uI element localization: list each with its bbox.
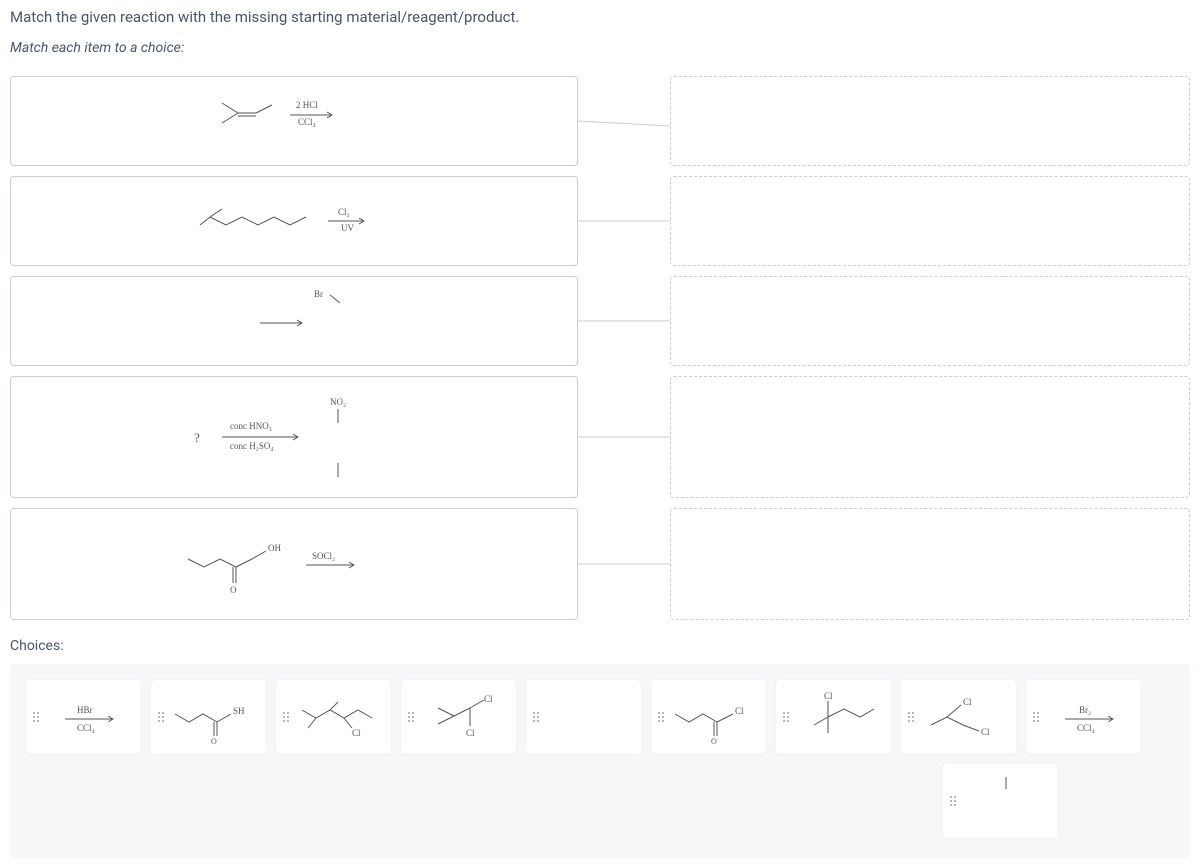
- connector-line-2: [578, 176, 670, 266]
- match-row-4: ? conc HNO₃ conc H₂SO₄ NO₂: [10, 376, 1190, 498]
- reagent-5: SOCl₂: [312, 551, 335, 561]
- drop-zone-3[interactable]: [670, 276, 1190, 366]
- match-row-2: Cl₂ UV: [10, 176, 1190, 266]
- match-row-5: O OH SOCl₂: [10, 508, 1190, 620]
- choice-3-label: Cl: [352, 728, 361, 738]
- reagent-bottom-2: UV: [341, 223, 354, 233]
- choice-thioacid[interactable]: O SH: [151, 680, 266, 754]
- reaction-diagram-1: 2 HCl CCl₄: [214, 91, 374, 151]
- item-box-4: ? conc HNO₃ conc H₂SO₄ NO₂: [10, 376, 578, 498]
- choices-label: Choices:: [10, 638, 1190, 654]
- reactant-label-5: OH: [268, 543, 281, 553]
- item-box-5: O OH SOCl₂: [10, 508, 578, 620]
- connector-line-1: [578, 76, 670, 166]
- reagent-bottom-1: CCl₄: [298, 117, 316, 127]
- starting-material-4: ?: [194, 430, 200, 445]
- choice-8-bottom: Cl: [981, 727, 990, 737]
- choice-hbr-ccl4[interactable]: HBr CCl₄: [26, 680, 141, 754]
- drag-handle-icon: [408, 709, 418, 725]
- choice-4-top: Cl: [484, 694, 493, 704]
- choice-br2-ccl4[interactable]: Br₂ CCl₄: [1026, 680, 1141, 754]
- drag-handle-icon: [658, 709, 668, 725]
- question-text: Match the given reaction with the missin…: [10, 8, 1190, 26]
- choice-2-label: SH: [233, 706, 245, 716]
- instruction-text: Match each item to a choice:: [10, 40, 1190, 56]
- reagent-bottom-4: conc H₂SO₄: [230, 441, 274, 451]
- drag-handle-icon: [283, 709, 293, 725]
- drag-handle-icon: [950, 793, 960, 809]
- item-box-3: Br: [10, 276, 578, 366]
- drop-zone-2[interactable]: [670, 176, 1190, 266]
- reagent-top-2: Cl₂: [338, 207, 350, 217]
- drag-handle-icon: [33, 709, 43, 725]
- connector-line-5: [578, 508, 670, 620]
- drop-zone-5[interactable]: [670, 508, 1190, 620]
- match-row-1: 2 HCl CCl₄: [10, 76, 1190, 166]
- choice-9-bottom: CCl₄: [1077, 723, 1095, 733]
- drag-handle-icon: [783, 709, 793, 725]
- product-label-4: NO₂: [330, 397, 346, 407]
- drag-handle-icon: [908, 709, 918, 725]
- choice-acyl-chloride[interactable]: O Cl: [651, 680, 766, 754]
- item-box-1: 2 HCl CCl₄: [10, 76, 578, 166]
- svg-text:O: O: [211, 737, 217, 746]
- choice-1-top: HBr: [77, 705, 93, 715]
- choice-7-label: Cl: [824, 691, 833, 701]
- drag-handle-icon: [158, 709, 168, 725]
- choice-toluene[interactable]: [943, 764, 1058, 838]
- reagent-top-1: 2 HCl: [296, 100, 318, 110]
- choice-1-bottom: CCl₄: [77, 723, 95, 733]
- choice-6-label: Cl: [735, 706, 744, 716]
- reaction-diagram-2: Cl₂ UV: [204, 195, 384, 247]
- product-label-3: Br: [314, 289, 323, 299]
- choice-4-bottom: Cl: [466, 728, 475, 738]
- reaction-diagram-4: ? conc HNO₃ conc H₂SO₄ NO₂: [174, 387, 414, 487]
- choice-alkyl-chloride-branched[interactable]: Cl: [276, 680, 391, 754]
- drag-handle-icon: [533, 709, 543, 725]
- match-row-3: Br: [10, 276, 1190, 366]
- choices-panel: HBr CCl₄ O SH: [10, 664, 1190, 858]
- reagent-top-4: conc HNO₃: [230, 421, 272, 431]
- choice-9-top: Br₂: [1079, 705, 1091, 715]
- reaction-diagram-5: O OH SOCl₂: [184, 525, 404, 603]
- match-area: 2 HCl CCl₄ Cl₂ UV: [10, 76, 1190, 620]
- svg-text:O: O: [711, 737, 717, 746]
- drag-handle-icon: [1033, 709, 1043, 725]
- item-box-2: Cl₂ UV: [10, 176, 578, 266]
- choice-dichloro-propane[interactable]: Cl Cl: [901, 680, 1016, 754]
- reaction-diagram-3: Br: [194, 289, 394, 353]
- connector-line-4: [578, 376, 670, 498]
- choice-dichloro-isobutane[interactable]: Cl Cl: [401, 680, 516, 754]
- drop-zone-4[interactable]: [670, 376, 1190, 498]
- choice-benzene[interactable]: [526, 680, 641, 754]
- choice-tert-chloride[interactable]: Cl: [776, 680, 891, 754]
- choice-8-top: Cl: [963, 697, 972, 707]
- svg-text:O: O: [230, 585, 237, 595]
- choices-grid: HBr CCl₄ O SH: [26, 680, 1174, 838]
- connector-line-3: [578, 276, 670, 366]
- drop-zone-1[interactable]: [670, 76, 1190, 166]
